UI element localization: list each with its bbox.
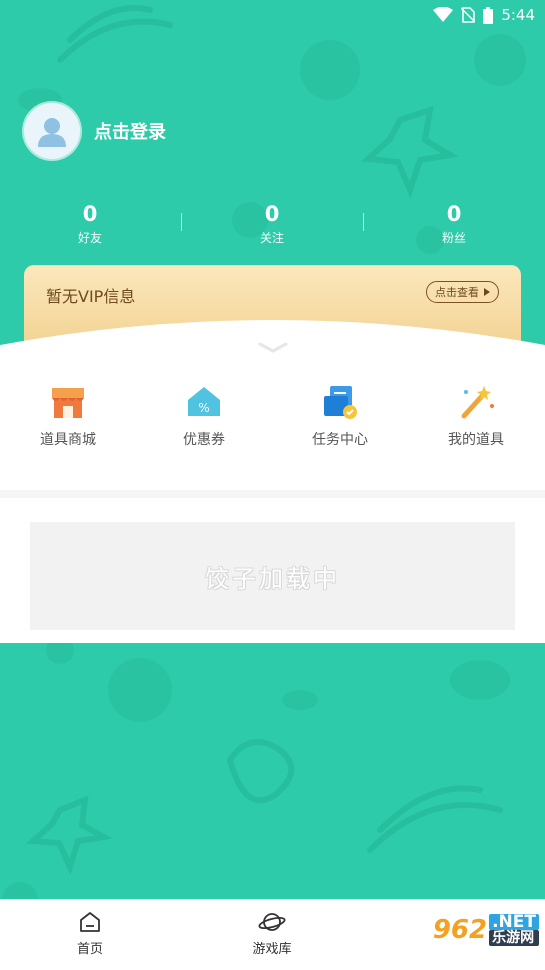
- menu-item-shop[interactable]: 道具商城: [0, 380, 136, 450]
- menu-label: 我的道具: [448, 432, 504, 448]
- ad-section: 饺子加载中: [0, 498, 545, 643]
- wifi-icon: [433, 7, 454, 22]
- menu-label: 优惠券: [183, 432, 225, 448]
- watermark-logo: 962 .NET 乐游网: [433, 914, 539, 946]
- feature-menu: 道具商城 % 优惠券 任务中心 我的道具: [0, 380, 545, 460]
- shop-icon: [52, 388, 84, 418]
- stat-friends[interactable]: 0 好友: [30, 200, 150, 248]
- nav-label: 首页: [76, 942, 103, 957]
- watermark-number: 962: [432, 915, 488, 945]
- stats-row: 0 好友 0 关注 0 粉丝: [0, 200, 545, 252]
- stat-value: 0: [446, 202, 462, 226]
- user-avatar-icon: [38, 118, 66, 147]
- ad-banner[interactable]: 饺子加载中: [30, 522, 515, 630]
- coupon-icon: %: [188, 387, 220, 416]
- svg-text:%: %: [198, 401, 209, 415]
- nav-item-home[interactable]: 首页: [30, 910, 150, 957]
- stat-fans[interactable]: 0 粉丝: [394, 200, 514, 248]
- menu-item-coupon[interactable]: % 优惠券: [136, 380, 272, 450]
- stat-label: 好友: [77, 231, 102, 245]
- section-divider: [0, 490, 545, 498]
- watermark-net: .NET: [489, 914, 539, 931]
- clock-time: 5:44: [501, 6, 535, 24]
- stat-divider: [363, 213, 364, 231]
- stat-divider: [181, 213, 182, 231]
- menu-item-my-props[interactable]: 我的道具: [408, 380, 544, 450]
- login-link[interactable]: 点击登录: [94, 118, 166, 144]
- vip-view-label: 点击查看: [435, 286, 479, 299]
- stat-value: 0: [82, 202, 98, 226]
- ad-loading-text: 饺子加载中: [205, 564, 340, 593]
- status-bar: 5:44: [433, 4, 535, 26]
- chevron-down-icon[interactable]: [258, 342, 288, 354]
- profile-login[interactable]: 点击登录: [24, 103, 166, 159]
- menu-label: 任务中心: [312, 432, 368, 448]
- play-arrow-icon: [484, 288, 490, 296]
- stat-following[interactable]: 0 关注: [212, 200, 332, 248]
- menu-item-task-center[interactable]: 任务中心: [272, 380, 408, 450]
- task-icon: [324, 386, 357, 419]
- nav-item-game-library[interactable]: 游戏库: [212, 910, 332, 957]
- home-icon: [80, 912, 100, 932]
- menu-label: 道具商城: [40, 432, 96, 448]
- no-sim-icon: [461, 7, 476, 23]
- nav-label: 游戏库: [252, 942, 292, 957]
- watermark-cn: 乐游网: [489, 930, 539, 946]
- battery-icon: [483, 6, 494, 24]
- stat-label: 关注: [259, 231, 284, 245]
- stat-label: 粉丝: [441, 231, 466, 245]
- planet-icon: [258, 913, 286, 931]
- magic-wand-icon: [461, 386, 494, 419]
- stat-value: 0: [264, 202, 280, 226]
- avatar[interactable]: [24, 103, 80, 159]
